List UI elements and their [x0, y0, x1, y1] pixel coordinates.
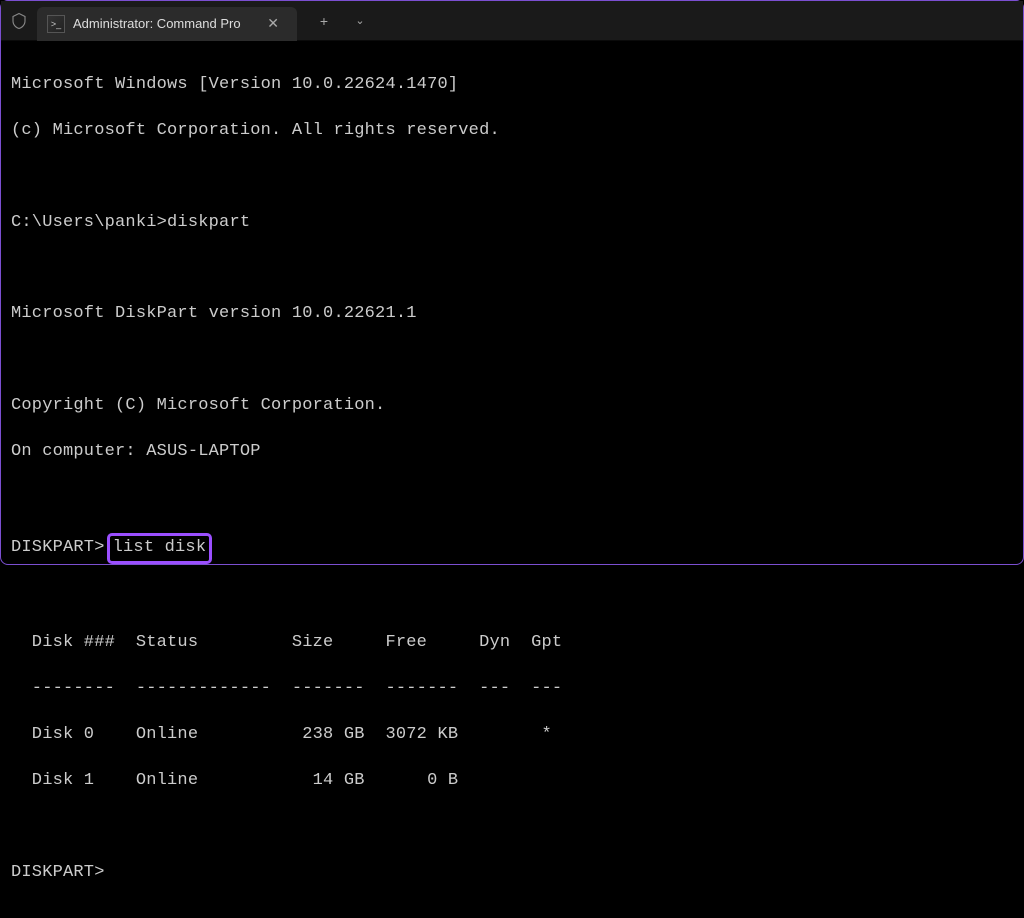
prompt-line-1: C:\Users\panki>diskpart	[11, 212, 1013, 235]
command-1: diskpart	[167, 213, 250, 232]
window-titlebar: >_ Administrator: Command Pro ✕ + ⌄	[1, 1, 1023, 41]
copyright-line: (c) Microsoft Corporation. All rights re…	[11, 120, 1013, 143]
blank-line	[11, 816, 1013, 839]
tab-title: Administrator: Command Pro	[73, 16, 255, 31]
table-row: Disk 0 Online 238 GB 3072 KB *	[11, 724, 1013, 747]
blank-line	[11, 166, 1013, 189]
diskpart-prompt: DISKPART>	[11, 537, 105, 560]
highlighted-command: list disk	[107, 533, 213, 564]
titlebar-actions: + ⌄	[307, 6, 377, 36]
computer-name-line: On computer: ASUS-LAPTOP	[11, 441, 1013, 464]
diskpart-copyright-line: Copyright (C) Microsoft Corporation.	[11, 395, 1013, 418]
shield-icon	[1, 12, 37, 30]
blank-line	[11, 487, 1013, 510]
active-tab[interactable]: >_ Administrator: Command Pro ✕	[37, 7, 297, 41]
blank-line	[11, 257, 1013, 280]
prompt-line-3: DISKPART>	[11, 862, 1013, 885]
prompt-1: C:\Users\panki>	[11, 213, 167, 232]
blank-line	[11, 349, 1013, 372]
diskpart-version-line: Microsoft DiskPart version 10.0.22621.1	[11, 303, 1013, 326]
table-header: Disk ### Status Size Free Dyn Gpt	[11, 632, 1013, 655]
os-version-line: Microsoft Windows [Version 10.0.22624.14…	[11, 74, 1013, 97]
prompt-line-2: DISKPART>list disk	[11, 533, 1013, 564]
cmd-icon: >_	[47, 15, 65, 33]
table-divider: -------- ------------- ------- ------- -…	[11, 678, 1013, 701]
blank-line	[11, 587, 1013, 610]
new-tab-button[interactable]: +	[307, 6, 341, 36]
table-row: Disk 1 Online 14 GB 0 B	[11, 770, 1013, 793]
terminal-output[interactable]: Microsoft Windows [Version 10.0.22624.14…	[1, 41, 1023, 918]
close-tab-button[interactable]: ✕	[263, 13, 283, 34]
tab-dropdown-button[interactable]: ⌄	[343, 6, 377, 36]
